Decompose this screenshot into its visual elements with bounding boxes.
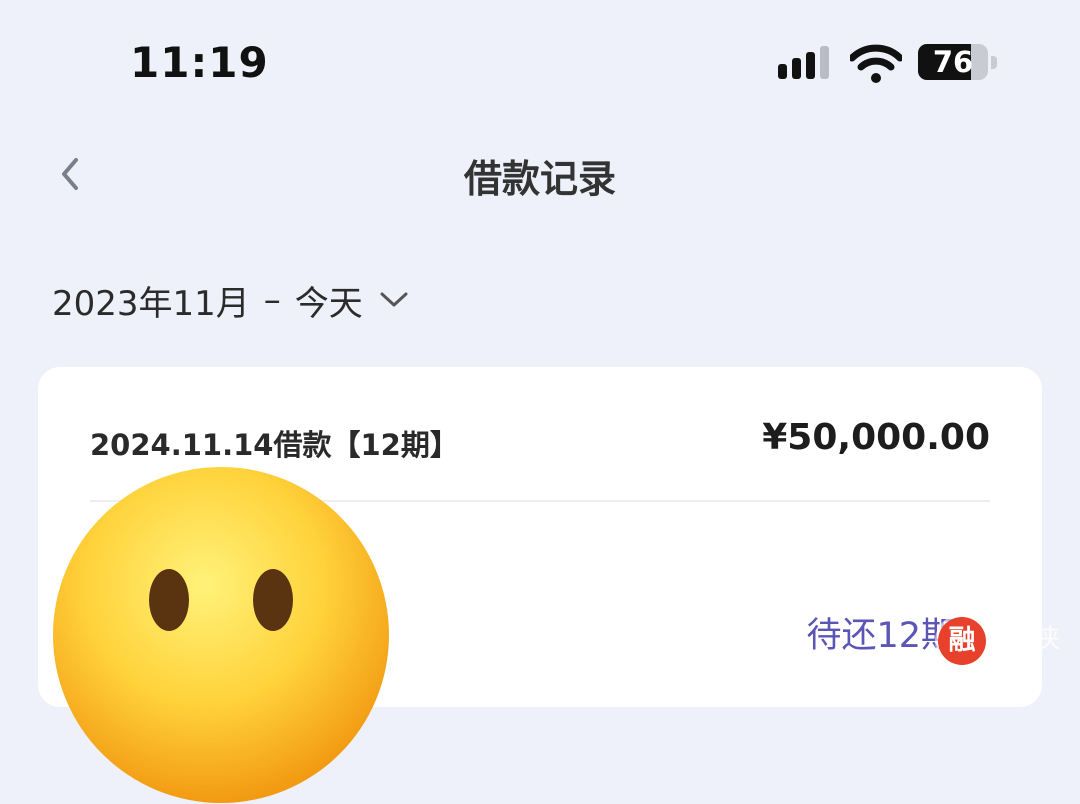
wifi-icon xyxy=(850,44,902,83)
status-time: 11:19 xyxy=(130,38,269,87)
pending-label: 待还12期 xyxy=(806,616,956,656)
filter-start-date: 2023年11月 xyxy=(52,283,250,324)
battery-level: 76 xyxy=(932,45,974,79)
loan-title: 2024.11.14借款【12期】 xyxy=(90,428,459,462)
date-range-filter[interactable]: 2023年11月 – 今天 xyxy=(52,278,409,324)
loan-amount: ¥50,000.00 xyxy=(762,417,990,458)
page-title: 借款记录 xyxy=(463,157,616,201)
filter-separator: – xyxy=(263,280,281,320)
watermark-text: 侠 xyxy=(1034,624,1061,654)
neutral-face-emoji xyxy=(53,467,389,803)
watermark-logo: 融 xyxy=(938,617,986,665)
cellular-signal-icon xyxy=(778,46,829,79)
filter-end-date: 今天 xyxy=(294,283,363,324)
battery-icon: 76 xyxy=(918,44,998,82)
chevron-down-icon xyxy=(380,292,408,307)
